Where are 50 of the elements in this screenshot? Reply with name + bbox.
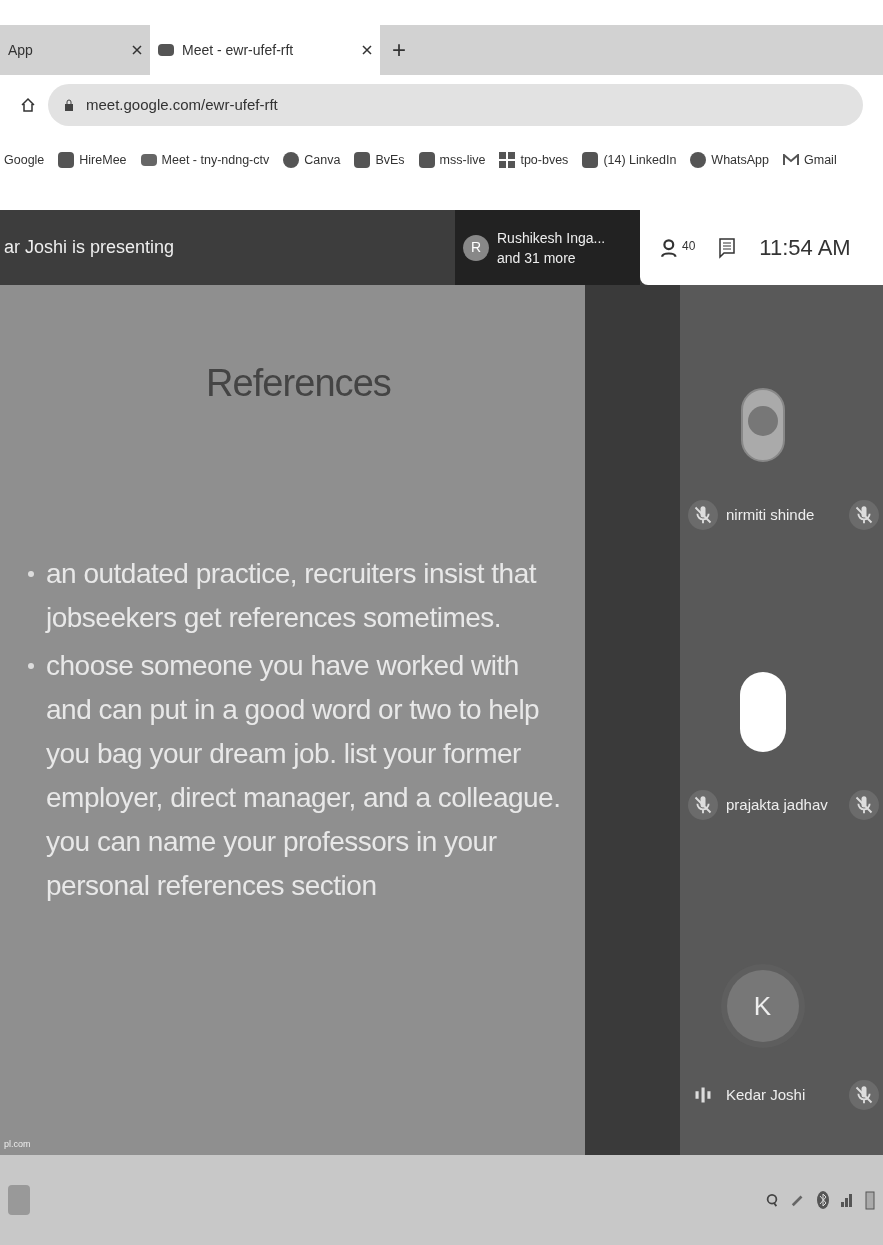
bullet-text: an outdated practice, recruiters insist that jobseekers get references sometimes. (46, 557, 538, 635)
participant-name: prajakta jadhav (726, 794, 828, 815)
participant-name: nirmiti shinde (726, 504, 815, 525)
participants-preview[interactable]: R Rushikesh Inga... and 31 more (455, 210, 640, 285)
bookmark[interactable]: Gmail (783, 150, 837, 170)
close-icon[interactable] (362, 45, 372, 55)
bookmark-icon (58, 152, 75, 168)
new-tab-button[interactable]: + (392, 32, 406, 68)
tab-title: App (8, 40, 34, 60)
bookmark-icon (354, 152, 371, 168)
bookmark[interactable]: Meet - tny-ndng-ctv (140, 150, 270, 170)
bookmark-icon (283, 152, 300, 168)
grid-icon (499, 152, 516, 168)
search-icon[interactable] (765, 1192, 779, 1208)
participant-name: Kedar Joshi (726, 1084, 806, 1105)
bookmark[interactable]: Canva (283, 150, 341, 170)
bookmark-icon (418, 152, 435, 168)
clock-time: 11:54 AM (759, 234, 851, 262)
url-text: meet.google.com/ewr-ufef-rft (86, 94, 278, 115)
start-icon[interactable] (8, 1185, 30, 1215)
bookmark[interactable]: HireMee (58, 150, 127, 170)
presenting-label: ar Joshi is presenting (3, 236, 176, 259)
chat-icon[interactable] (719, 236, 736, 259)
camera-icon (158, 44, 174, 56)
people-button[interactable]: 40 (660, 236, 696, 259)
bookmark[interactable]: (14) LinkedIn (582, 150, 677, 170)
slide-title: References (205, 361, 392, 406)
browser-tab[interactable]: App (0, 25, 150, 75)
mail-icon (783, 154, 799, 166)
bluetooth-icon[interactable] (817, 1191, 829, 1209)
close-icon[interactable] (132, 45, 142, 55)
address-bar[interactable]: meet.google.com/ewr-ufef-rft (48, 84, 863, 126)
signal-icon[interactable] (841, 1193, 853, 1207)
bookmark[interactable]: WhatsApp (690, 150, 769, 170)
camera-icon (140, 154, 157, 166)
lock-icon (64, 99, 74, 111)
tab-title: Meet - ewr-ufef-rft (182, 40, 295, 60)
slide-footer-text: pl.com (4, 1137, 31, 1151)
bookmark-icon (690, 152, 707, 168)
home-icon[interactable] (20, 97, 36, 113)
more-count: and 31 more (497, 248, 577, 268)
bookmark[interactable]: tpo-bves (499, 150, 569, 170)
bookmark[interactable]: Google (4, 150, 45, 170)
avatar: R (463, 234, 489, 261)
bookmark[interactable]: BvEs (354, 150, 405, 170)
bookmark-icon (582, 152, 599, 168)
bookmark[interactable]: mss-live (418, 150, 486, 170)
pen-icon[interactable] (791, 1193, 805, 1207)
bullet-text: choose someone you have worked with and can put in a good word or two to help you bag your dream job. list your former employer, direct manager, and a colleague. you can name your professors in your personal references section (46, 649, 562, 903)
participant-name: Rushikesh Inga... (497, 228, 606, 248)
